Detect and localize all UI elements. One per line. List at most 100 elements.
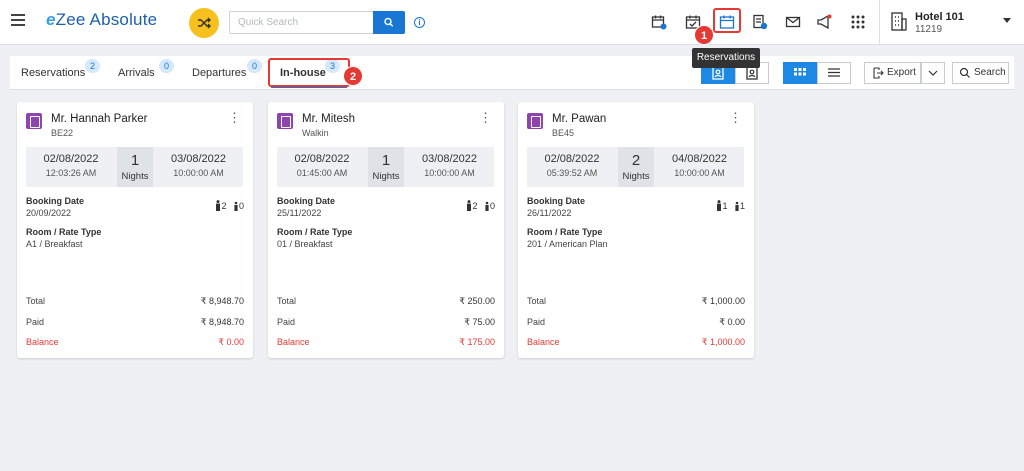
child-count: 1 bbox=[739, 201, 745, 211]
shuffle-icon[interactable] bbox=[189, 8, 219, 38]
nights-count: 2 bbox=[631, 152, 641, 169]
adult-count: 1 bbox=[722, 201, 728, 211]
nights-box: 1 Nights bbox=[117, 147, 153, 187]
step-badge-2: 2 bbox=[343, 66, 363, 86]
app-logo[interactable]: eZee Absolute bbox=[46, 10, 157, 30]
guest-name[interactable]: Mr. Hannah Parker bbox=[51, 113, 148, 125]
booking-date-label: Booking Date bbox=[277, 196, 336, 206]
tab-departures[interactable]: Departures bbox=[192, 67, 246, 79]
balance-label: Balance bbox=[527, 337, 560, 347]
child-count: 0 bbox=[489, 201, 495, 211]
checkin-date: 02/08/2022 bbox=[43, 153, 99, 165]
export-label: Export bbox=[887, 67, 916, 78]
booking-date: 25/11/2022 bbox=[277, 208, 322, 218]
nights-count: 1 bbox=[130, 152, 140, 169]
balance-label: Balance bbox=[26, 337, 59, 347]
nights-label: Nights bbox=[622, 171, 650, 182]
megaphone-icon[interactable] bbox=[816, 14, 832, 30]
adult-count: 2 bbox=[221, 201, 227, 211]
hotel-id: 11219 bbox=[915, 24, 943, 35]
total-label: Total bbox=[527, 296, 547, 306]
export-icon bbox=[873, 67, 884, 79]
reservation-card[interactable]: Mr. Pawan BE45 ⋮ 02/08/2022 05:39:52 AM … bbox=[518, 102, 754, 358]
search-filter-button[interactable]: Search bbox=[952, 62, 1009, 84]
room-rate-label: Room / Rate Type bbox=[26, 227, 102, 237]
paid-value: ₹ 0.00 bbox=[719, 317, 745, 327]
quick-search-input[interactable] bbox=[229, 11, 373, 34]
export-dropdown-button[interactable] bbox=[921, 62, 945, 84]
tab-count-arrivals: 0 bbox=[159, 59, 174, 73]
room-rate-value: 201 / American Plan bbox=[527, 239, 608, 249]
chevron-down-icon[interactable] bbox=[1003, 18, 1011, 23]
room-rate-value: 01 / Breakfast bbox=[277, 239, 333, 249]
booking-code: Walkin bbox=[302, 128, 329, 138]
checkout-date: 04/08/2022 bbox=[671, 153, 728, 165]
reservation-card[interactable]: Mr. Mitesh Walkin ⋮ 02/08/2022 01:45:00 … bbox=[268, 102, 504, 358]
balance-value: ₹ 0.00 bbox=[218, 337, 244, 347]
checkin-time: 01:45:00 AM bbox=[296, 168, 348, 178]
stay-dates: 02/08/2022 05:39:52 AM 2 Nights 04/08/20… bbox=[527, 147, 744, 187]
tab-count-departures: 0 bbox=[247, 59, 262, 73]
apps-grid-icon[interactable] bbox=[850, 14, 866, 30]
nights-box: 2 Nights bbox=[618, 147, 654, 187]
checkout-time: 10:00:00 AM bbox=[173, 168, 224, 178]
guest-name[interactable]: Mr. Mitesh bbox=[302, 113, 355, 125]
more-options-icon[interactable]: ⋮ bbox=[479, 111, 492, 124]
more-options-icon[interactable]: ⋮ bbox=[729, 111, 742, 124]
checkout-time: 10:00:00 AM bbox=[674, 168, 725, 178]
more-options-icon[interactable]: ⋮ bbox=[228, 111, 241, 124]
search-label: Search bbox=[974, 67, 1006, 78]
tab-count-reservations: 2 bbox=[85, 59, 100, 73]
balance-value: ₹ 1,000.00 bbox=[701, 337, 745, 347]
room-rate-value: A1 / Breakfast bbox=[26, 239, 83, 249]
export-button[interactable]: Export bbox=[864, 62, 921, 84]
folio-icon[interactable] bbox=[752, 14, 768, 30]
grid-view-button[interactable] bbox=[783, 62, 817, 84]
room-icon bbox=[26, 113, 42, 129]
paid-value: ₹ 8,948.70 bbox=[200, 317, 244, 327]
checkin-date: 02/08/2022 bbox=[544, 153, 600, 165]
checkin-time: 12:03:26 AM bbox=[45, 168, 97, 178]
booking-date-label: Booking Date bbox=[527, 196, 586, 206]
paid-label: Paid bbox=[527, 317, 546, 327]
nights-label: Nights bbox=[372, 171, 400, 182]
total-label: Total bbox=[26, 296, 46, 306]
stay-dates: 02/08/2022 12:03:26 AM 1 Nights 03/08/20… bbox=[26, 147, 243, 187]
booking-date: 26/11/2022 bbox=[527, 208, 572, 218]
list-view-button[interactable] bbox=[817, 62, 851, 84]
hotel-name[interactable]: Hotel 101 bbox=[915, 11, 964, 23]
paid-label: Paid bbox=[26, 317, 45, 327]
tooltip: Reservations bbox=[692, 48, 760, 68]
pax: 2 0 bbox=[211, 200, 244, 211]
child-count: 0 bbox=[238, 201, 244, 211]
info-icon[interactable]: i bbox=[414, 17, 425, 28]
adult-count: 2 bbox=[472, 201, 478, 211]
checkout-date: 03/08/2022 bbox=[421, 153, 478, 165]
search-button[interactable] bbox=[373, 11, 405, 34]
tab-arrivals[interactable]: Arrivals bbox=[118, 67, 155, 79]
nights-count: 1 bbox=[381, 152, 391, 169]
pax: 1 1 bbox=[712, 200, 745, 211]
total-value: ₹ 8,948.70 bbox=[200, 296, 244, 306]
highlight-box bbox=[713, 8, 741, 33]
booking-date: 20/09/2022 bbox=[26, 208, 72, 218]
room-icon bbox=[527, 113, 543, 129]
total-label: Total bbox=[277, 296, 297, 306]
booking-date-label: Booking Date bbox=[26, 196, 85, 206]
menu-icon[interactable] bbox=[11, 14, 25, 26]
checkin-time: 05:39:52 AM bbox=[546, 168, 598, 178]
pax: 2 0 bbox=[462, 200, 495, 211]
arrival-calendar-icon[interactable] bbox=[651, 14, 667, 30]
stay-dates: 02/08/2022 01:45:00 AM 1 Nights 03/08/20… bbox=[277, 147, 494, 187]
checkout-date: 03/08/2022 bbox=[170, 153, 227, 165]
booking-code: BE22 bbox=[51, 128, 74, 138]
divider bbox=[879, 0, 880, 45]
reservation-card[interactable]: Mr. Hannah Parker BE22 ⋮ 02/08/2022 12:0… bbox=[17, 102, 253, 358]
top-bar: eZee Absolute i Hotel 101 11219 bbox=[0, 0, 1024, 45]
guest-name[interactable]: Mr. Pawan bbox=[552, 113, 606, 125]
mail-icon[interactable] bbox=[785, 14, 801, 30]
nights-box: 1 Nights bbox=[368, 147, 404, 187]
room-rate-label: Room / Rate Type bbox=[277, 227, 353, 237]
room-icon bbox=[277, 113, 293, 129]
tab-reservations[interactable]: Reservations bbox=[21, 67, 85, 79]
